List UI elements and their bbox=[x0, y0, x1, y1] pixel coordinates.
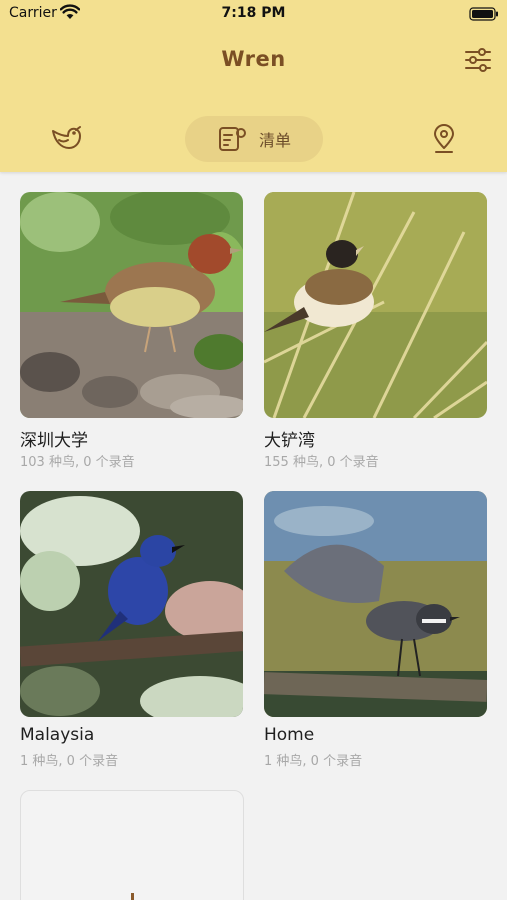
status-bar: Carrier 7:18 PM bbox=[0, 0, 507, 28]
list-name: 大铲湾 bbox=[264, 431, 315, 451]
checklist-icon bbox=[218, 127, 246, 151]
location-pin-icon bbox=[434, 124, 454, 153]
list-card-shenzhen-university[interactable]: 深圳大学 103 种鸟, 0 个录音 bbox=[20, 192, 244, 472]
list-name: Home bbox=[264, 725, 315, 745]
add-list-button[interactable] bbox=[20, 790, 244, 900]
app-title: Wren bbox=[221, 47, 286, 71]
plus-icon bbox=[131, 893, 134, 900]
list-card-dachanwan[interactable]: 大铲湾 155 种鸟, 0 个录音 bbox=[264, 192, 488, 472]
tab-list[interactable]: 清单 bbox=[185, 116, 323, 162]
tab-list-label: 清单 bbox=[258, 131, 291, 150]
tab-bar: 清单 bbox=[0, 113, 507, 165]
list-summary: 1 种鸟, 0 个录音 bbox=[20, 754, 119, 769]
status-time: 7:18 PM bbox=[221, 5, 286, 21]
filter-settings-button[interactable] bbox=[463, 46, 493, 74]
list-summary: 1 种鸟, 0 个录音 bbox=[264, 754, 363, 769]
list-card-home[interactable]: Home 1 种鸟, 0 个录音 bbox=[264, 491, 488, 771]
list-name: Malaysia bbox=[20, 725, 95, 745]
bird-photo bbox=[264, 491, 487, 717]
bird-photo bbox=[264, 192, 487, 418]
sliders-icon bbox=[465, 48, 491, 72]
app-header: Carrier 7:18 PM Wren 清单 bbox=[0, 0, 507, 172]
bird-photo bbox=[20, 192, 243, 418]
list-card-malaysia[interactable]: Malaysia 1 种鸟, 0 个录音 bbox=[20, 491, 244, 771]
list-summary: 155 种鸟, 0 个录音 bbox=[264, 455, 379, 470]
bird-icon bbox=[52, 126, 81, 149]
tab-locations[interactable] bbox=[425, 121, 463, 157]
battery-icon bbox=[469, 6, 499, 25]
list-name: 深圳大学 bbox=[20, 431, 88, 451]
bird-photo bbox=[20, 491, 243, 717]
list-summary: 103 种鸟, 0 个录音 bbox=[20, 455, 135, 470]
tab-birds[interactable] bbox=[46, 121, 86, 155]
